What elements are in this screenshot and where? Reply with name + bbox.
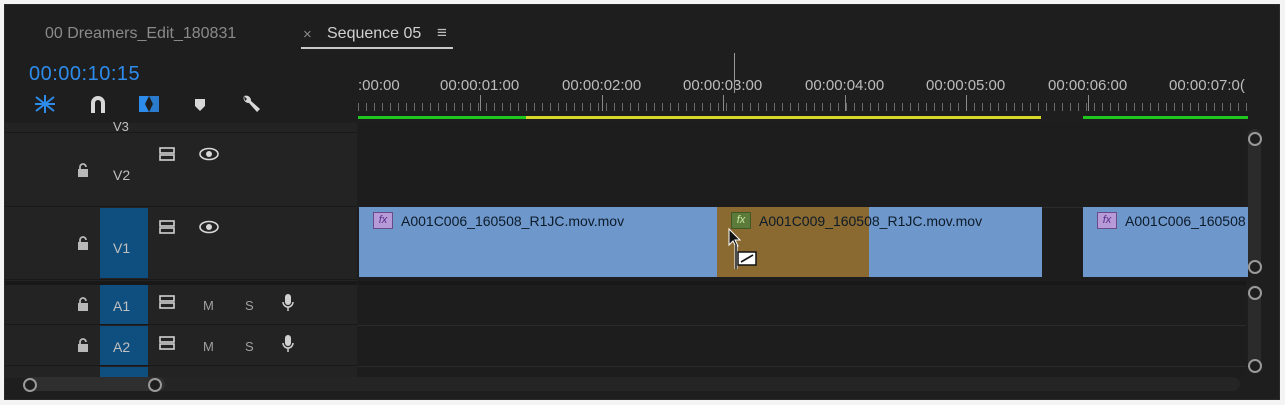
ruler-major-tick	[1088, 95, 1089, 111]
sync-lock-icon[interactable]	[159, 336, 177, 353]
track-label-v1[interactable]: V1	[113, 240, 130, 256]
solo-button[interactable]: S	[245, 298, 254, 313]
magnet-icon[interactable]	[87, 93, 113, 115]
lock-icon[interactable]	[77, 236, 89, 254]
lock-icon[interactable]	[77, 297, 89, 315]
tab-sequence-05[interactable]: Sequence 05	[327, 25, 421, 43]
horizontal-scrollbar[interactable]	[25, 377, 1240, 391]
ruler-label: 00:00:03:00	[683, 77, 763, 94]
time-ruler[interactable]: :00:00 00:00:01:00 00:00:02:00 00:00:03:…	[358, 57, 1251, 121]
scroll-knob[interactable]	[1248, 359, 1262, 373]
track-label-v3[interactable]: V3	[113, 119, 129, 134]
clip-a001c009[interactable]: fx A001C009_160508_R1JC.mov.mov	[717, 207, 1042, 277]
track-header-v1: V1	[5, 208, 357, 280]
ruler-label: 00:00:01:00	[440, 77, 520, 94]
render-bar-rendered	[1083, 116, 1248, 119]
clip-name: A001C006_160508	[1125, 213, 1246, 229]
ruler-label: 00:00:06:00	[1048, 77, 1128, 94]
linked-selection-icon[interactable]	[137, 93, 163, 115]
ruler-label: 00:00:04:00	[805, 77, 885, 94]
lane-separator	[358, 325, 1246, 326]
playhead-line[interactable]	[734, 53, 735, 93]
horizontal-scroll-thumb[interactable]	[25, 377, 165, 391]
eye-icon[interactable]	[199, 220, 219, 237]
ruler-label: 00:00:07:0(	[1169, 77, 1245, 94]
eye-icon[interactable]	[199, 147, 219, 164]
mute-button[interactable]: M	[203, 298, 214, 313]
wrench-icon[interactable]	[239, 93, 265, 115]
scroll-knob[interactable]	[1248, 260, 1262, 274]
track-label-a1[interactable]: A1	[113, 298, 130, 314]
sync-lock-icon[interactable]	[159, 147, 177, 164]
clip-name: A001C006_160508_R1JC.mov.mov	[401, 213, 625, 229]
scroll-knob[interactable]	[1248, 132, 1262, 146]
scroll-knob[interactable]	[148, 378, 162, 392]
ruler-major-tick	[480, 95, 481, 111]
ruler-major-tick	[723, 95, 724, 111]
microphone-icon[interactable]	[281, 334, 295, 357]
scroll-knob[interactable]	[23, 378, 37, 392]
ruler-major-tick	[845, 95, 846, 111]
render-bar-rendered	[358, 116, 526, 119]
render-bar-unrendered	[526, 116, 1041, 119]
trim-cursor-icon	[727, 227, 759, 276]
clip-a001c006-second[interactable]: fx A001C006_160508	[1083, 207, 1248, 277]
tab-menu-icon[interactable]: ≡	[437, 23, 447, 43]
tab-dreamers-edit[interactable]: 00 Dreamers_Edit_180831	[45, 25, 236, 43]
lock-icon[interactable]	[77, 338, 89, 356]
mute-button[interactable]: M	[203, 339, 214, 354]
premiere-timeline-window: 00 Dreamers_Edit_180831 × Sequence 05 ≡ …	[0, 0, 1285, 405]
tab-close-icon[interactable]: ×	[303, 26, 312, 43]
track-header-v3: V3	[5, 119, 357, 134]
timeline-panel: 00 Dreamers_Edit_180831 × Sequence 05 ≡ …	[4, 4, 1280, 400]
ruler-label: 00:00:05:00	[926, 77, 1006, 94]
video-vertical-scrollbar[interactable]	[1248, 129, 1261, 274]
scroll-knob[interactable]	[1248, 286, 1262, 300]
clip-name: A001C009_160508_R1JC.mov.mov	[759, 213, 983, 229]
marker-icon[interactable]	[191, 93, 217, 115]
fx-badge[interactable]: fx	[1097, 212, 1117, 229]
ruler-major-tick	[602, 95, 603, 111]
ruler-label: 00:00:02:00	[562, 77, 642, 94]
ruler-major-tick	[966, 95, 967, 111]
sync-lock-icon[interactable]	[159, 295, 177, 312]
ruler-label: :00:00	[358, 77, 400, 94]
playhead-timecode[interactable]: 00:00:10:15	[29, 63, 140, 86]
ruler-minor-ticks	[358, 103, 1251, 111]
lane-separator	[358, 281, 1246, 285]
lane-separator	[358, 366, 1246, 367]
lock-icon[interactable]	[77, 163, 89, 181]
track-header-a2: A2 M S	[5, 326, 357, 366]
track-label-a2[interactable]: A2	[113, 339, 130, 355]
active-tab-indicator	[301, 47, 453, 49]
track-header-v2: V2	[5, 133, 357, 207]
sync-lock-icon[interactable]	[159, 220, 177, 237]
solo-button[interactable]: S	[245, 339, 254, 354]
track-header-a1: A1 M S	[5, 285, 357, 325]
clip-a001c006[interactable]: fx A001C006_160508_R1JC.mov.mov	[359, 207, 717, 277]
microphone-icon[interactable]	[281, 293, 295, 316]
track-headers: V3 V2 V1 A1 M S A2 M S	[5, 119, 357, 378]
track-label-v2[interactable]: V2	[113, 167, 130, 183]
fx-badge[interactable]: fx	[373, 212, 393, 229]
snap-icon[interactable]	[33, 93, 59, 115]
